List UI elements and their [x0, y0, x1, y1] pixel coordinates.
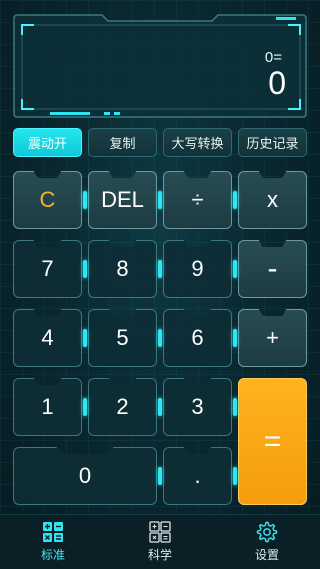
decimal-point-key[interactable]: . [163, 447, 232, 505]
clear-key-label: C [39, 187, 56, 212]
tab-standard-label: 标准 [40, 548, 65, 562]
key-connector [158, 260, 162, 278]
digit-5-key[interactable]: 5 [88, 309, 157, 367]
result-text: 0 [268, 65, 286, 101]
expression-text: 0= [264, 49, 282, 66]
multiply-key[interactable]: x [238, 171, 307, 229]
digit-1-label: 1 [41, 394, 54, 419]
divide-key[interactable]: ÷ [163, 171, 232, 229]
key-connector [158, 398, 162, 416]
plus-key-label: + [266, 325, 279, 350]
digit-2-label: 2 [116, 394, 129, 419]
tab-scientific-label: 科学 [147, 548, 172, 562]
decimal-point-label: . [194, 463, 201, 488]
key-connector [158, 191, 162, 209]
digit-8-key[interactable]: 8 [88, 240, 157, 298]
digit-6-label: 6 [191, 325, 204, 350]
grid-calculator-icon [43, 522, 63, 542]
key-connector [83, 329, 87, 347]
clear-key[interactable]: C [13, 171, 82, 229]
tab-scientific[interactable]: 科学 [107, 515, 213, 569]
delete-key-label: DEL [101, 187, 144, 212]
digit-6-key[interactable]: 6 [163, 309, 232, 367]
display-frame [13, 14, 307, 118]
key-connector [233, 260, 237, 278]
vibration-toggle-button[interactable]: 震动开 [13, 128, 82, 157]
digit-8-label: 8 [116, 256, 129, 281]
key-connector [233, 191, 237, 209]
digit-9-label: 9 [191, 256, 204, 281]
scientific-calculator-icon [149, 521, 171, 543]
digit-4-label: 4 [41, 325, 54, 350]
divide-key-label: ÷ [191, 187, 204, 212]
digit-9-key[interactable]: 9 [163, 240, 232, 298]
uppercase-convert-button[interactable]: 大写转换 [163, 128, 232, 157]
copy-button[interactable]: 复制 [88, 128, 157, 157]
digit-0-key[interactable]: 0 [13, 447, 157, 505]
tab-settings[interactable]: 设置 [214, 515, 320, 569]
history-button[interactable]: 历史记录 [238, 128, 307, 157]
equals-key[interactable]: = [238, 378, 307, 505]
multiply-key-label: x [267, 187, 278, 212]
digit-4-key[interactable]: 4 [13, 309, 82, 367]
digit-3-key[interactable]: 3 [163, 378, 232, 436]
minus-key[interactable]: - [238, 240, 307, 298]
key-connector [158, 329, 162, 347]
display-panel: 0= 0 [12, 13, 308, 119]
digit-2-key[interactable]: 2 [88, 378, 157, 436]
key-connector [83, 398, 87, 416]
digit-1-key[interactable]: 1 [13, 378, 82, 436]
key-connector [233, 398, 237, 416]
digit-3-label: 3 [191, 394, 204, 419]
tab-standard[interactable]: 标准 [0, 515, 106, 569]
key-connector [233, 329, 237, 347]
tab-settings-label: 设置 [254, 548, 279, 562]
digit-5-label: 5 [116, 325, 129, 350]
digit-0-label: 0 [78, 463, 92, 488]
key-connector [158, 467, 162, 485]
digit-7-key[interactable]: 7 [13, 240, 82, 298]
minus-key-label: - [267, 252, 278, 285]
delete-key[interactable]: DEL [88, 171, 157, 229]
bottom-tab-bar: 标准 科学 设置 [0, 514, 320, 569]
gear-icon [256, 521, 278, 543]
digit-7-label: 7 [41, 256, 54, 281]
key-connector [83, 260, 87, 278]
plus-key[interactable]: + [238, 309, 307, 367]
key-connector [83, 191, 87, 209]
key-connector [233, 467, 237, 485]
equals-key-label: = [263, 424, 282, 458]
